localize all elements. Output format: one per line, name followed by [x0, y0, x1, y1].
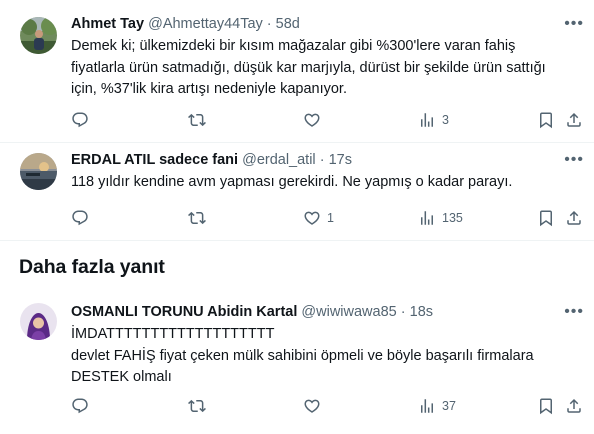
display-name[interactable]: OSMANLI TORUNU Abidin Kartal	[71, 304, 297, 320]
bookmark-button[interactable]	[537, 397, 555, 415]
bookmark-button[interactable]	[537, 111, 555, 129]
views-chart-icon	[418, 397, 436, 415]
heart-icon	[303, 209, 321, 227]
tweet-text-line: devlet FAHİŞ fiyat çeken mülk sahibini ö…	[71, 347, 534, 364]
share-icon	[565, 209, 583, 227]
separator-dot: ·	[266, 16, 272, 32]
avatar[interactable]	[20, 17, 57, 54]
reply-button[interactable]	[71, 397, 95, 415]
bookmark-icon	[537, 397, 555, 415]
views-chart-icon	[418, 209, 436, 227]
bookmark-icon	[537, 111, 555, 129]
like-button[interactable]	[303, 111, 327, 129]
tweet-text-line: DESTEK olmalı	[71, 369, 172, 385]
avatar[interactable]	[20, 303, 57, 340]
separator-dot: ·	[319, 152, 325, 168]
share-button[interactable]	[565, 111, 583, 129]
retweet-icon	[188, 209, 206, 227]
retweet-button[interactable]	[188, 111, 212, 129]
views-chart-icon	[418, 111, 436, 129]
avatar[interactable]	[20, 153, 57, 190]
views-button[interactable]: 3	[418, 111, 449, 129]
like-count: 1	[327, 211, 334, 225]
views-button[interactable]: 135	[418, 209, 463, 227]
more-replies-heading: Daha fazla yanıt	[19, 256, 165, 278]
retweet-icon	[188, 111, 206, 129]
heart-icon	[303, 397, 321, 415]
tweet-text: İMDATTTTTTTTTTTTTTTTTTT devlet FAHİŞ fiy…	[71, 324, 582, 389]
reply-button[interactable]	[71, 111, 95, 129]
action-bar: 37	[71, 397, 590, 417]
more-horizontal-icon[interactable]: •••	[564, 303, 584, 321]
more-horizontal-icon[interactable]: •••	[564, 151, 584, 169]
like-button[interactable]: 1	[303, 209, 334, 227]
tweet-text: Demek ki; ülkemizdeki bir kısım mağazala…	[71, 36, 582, 101]
bookmark-icon	[537, 209, 555, 227]
reply-icon	[71, 397, 89, 415]
reply-button[interactable]	[71, 209, 95, 227]
view-count: 37	[442, 399, 456, 413]
tweet-text: 118 yıldır kendine avm yapması gerekirdi…	[71, 172, 582, 194]
views-button[interactable]: 37	[418, 397, 456, 415]
timestamp[interactable]: 58d	[276, 16, 300, 32]
display-name[interactable]: Ahmet Tay	[71, 16, 144, 32]
tweet-text-line: İMDATTTTTTTTTTTTTTTTTTT	[71, 326, 275, 342]
retweet-button[interactable]	[188, 209, 212, 227]
heart-icon	[303, 111, 321, 129]
reply-icon	[71, 111, 89, 129]
tweet-text-line: fiyatlarla ürün satmadığı, düşük kar mar…	[71, 59, 546, 76]
like-button[interactable]	[303, 397, 327, 415]
share-button[interactable]	[565, 209, 583, 227]
display-name[interactable]: ERDAL ATIL sadece fani	[71, 152, 238, 168]
view-count: 135	[442, 211, 463, 225]
handle[interactable]: @erdal_atil	[242, 152, 316, 168]
retweet-icon	[188, 397, 206, 415]
handle[interactable]: @wiwiwawa85	[301, 304, 396, 320]
tweet-text-line: Demek ki; ülkemizdeki bir kısım mağazala…	[71, 38, 516, 54]
share-button[interactable]	[565, 397, 583, 415]
tweet[interactable]: Ahmet Tay @Ahmettay44Tay · 58d Demek ki;…	[0, 0, 594, 143]
share-icon	[565, 397, 583, 415]
action-bar: 1 135	[71, 209, 590, 229]
separator-dot: ·	[400, 304, 406, 320]
share-icon	[565, 111, 583, 129]
handle[interactable]: @Ahmettay44Tay	[148, 16, 263, 32]
timestamp[interactable]: 18s	[410, 304, 433, 320]
timestamp[interactable]: 17s	[329, 152, 352, 168]
tweet-text-line: için, %37'lik kira artışı nedeniyle kapa…	[71, 81, 347, 97]
tweet[interactable]: ERDAL ATIL sadece fani @erdal_atil · 17s…	[0, 143, 594, 241]
more-horizontal-icon[interactable]: •••	[564, 15, 584, 33]
reply-icon	[71, 209, 89, 227]
tweet[interactable]: OSMANLI TORUNU Abidin Kartal @wiwiwawa85…	[0, 292, 594, 434]
view-count: 3	[442, 113, 449, 127]
retweet-button[interactable]	[188, 397, 212, 415]
tweet-text-line: 118 yıldır kendine avm yapması gerekirdi…	[71, 174, 513, 190]
action-bar: 3	[71, 111, 590, 131]
bookmark-button[interactable]	[537, 209, 555, 227]
